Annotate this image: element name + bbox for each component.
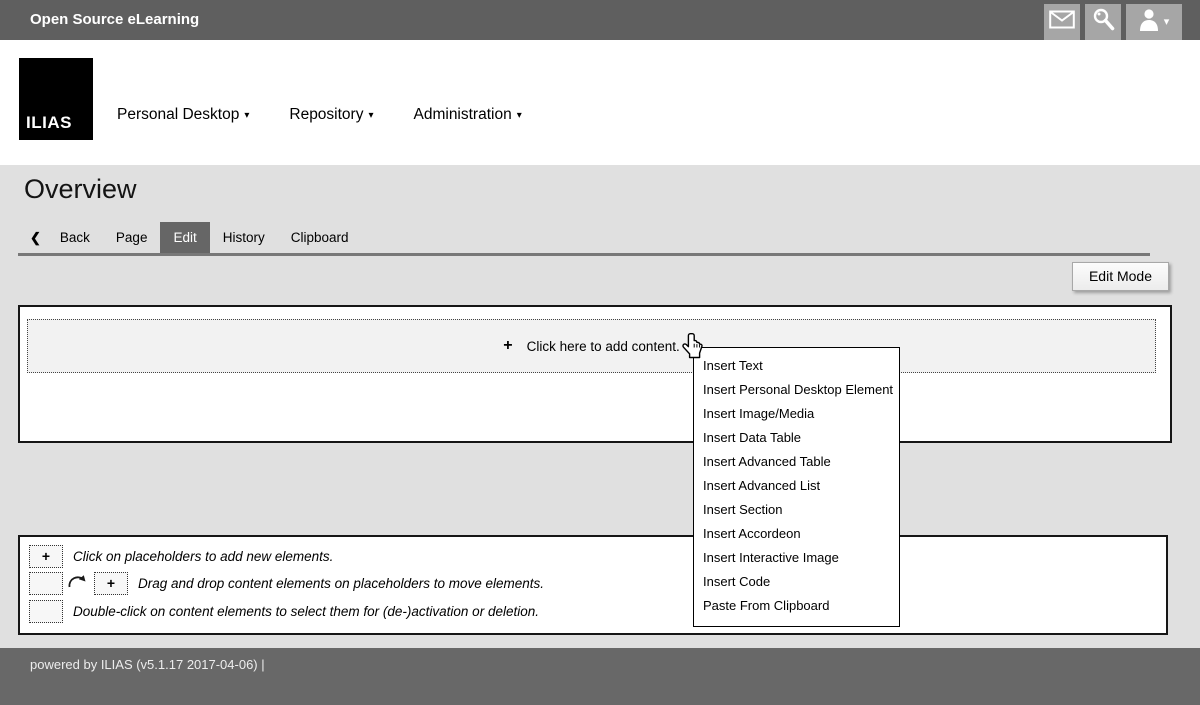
caret-down-icon: ▾: [517, 110, 522, 121]
insert-menu-item[interactable]: Insert Accordeon: [694, 522, 899, 546]
placeholder-label: Click here to add content.: [527, 339, 680, 354]
placeholder-chip-icon: +: [94, 572, 128, 595]
insert-menu-item[interactable]: Insert Interactive Image: [694, 546, 899, 570]
insert-menu-item[interactable]: Insert Image/Media: [694, 402, 899, 426]
back-chevron-icon[interactable]: ❮: [30, 230, 47, 246]
insert-menu: Insert Text Insert Personal Desktop Elem…: [693, 347, 900, 627]
ilias-logo[interactable]: ILIAS: [19, 58, 93, 140]
tabbar: ❮ Back Page Edit History Clipboard: [30, 222, 362, 254]
search-icon: [1091, 7, 1116, 37]
legend-text: Click on placeholders to add new element…: [73, 549, 333, 564]
topbar-actions: ▾: [1044, 4, 1182, 40]
page-editor-box: + Click here to add content.: [18, 305, 1172, 443]
page-title: Overview: [24, 174, 137, 205]
nav-item-personal-desktop[interactable]: Personal Desktop▾: [117, 106, 249, 124]
tab-back[interactable]: Back: [47, 222, 103, 254]
insert-menu-item[interactable]: Insert Personal Desktop Element: [694, 378, 899, 402]
placeholder-chip-icon: +: [29, 545, 63, 568]
tab-edit[interactable]: Edit: [160, 222, 209, 254]
mail-icon: [1049, 10, 1075, 34]
tab-divider: [18, 253, 1150, 256]
content-element-chip-icon: [29, 572, 63, 595]
tab-clipboard[interactable]: Clipboard: [278, 222, 362, 254]
nav-item-repository[interactable]: Repository▾: [289, 106, 373, 124]
insert-menu-item[interactable]: Insert Section: [694, 498, 899, 522]
add-content-placeholder[interactable]: + Click here to add content.: [27, 319, 1156, 373]
app-title: Open Source eLearning: [30, 0, 199, 40]
caret-down-icon: ▾: [368, 110, 373, 121]
legend-text: Drag and drop content elements on placeh…: [138, 576, 544, 591]
insert-menu-item[interactable]: Insert Advanced Table: [694, 450, 899, 474]
insert-menu-item[interactable]: Paste From Clipboard: [694, 594, 899, 618]
legend-text: Double-click on content elements to sele…: [73, 604, 539, 619]
ilias-logo-text: ILIAS: [26, 113, 72, 133]
insert-menu-item[interactable]: Insert Data Table: [694, 426, 899, 450]
insert-menu-item[interactable]: Insert Code: [694, 570, 899, 594]
footer: powered by ILIAS (v5.1.17 2017-04-06) |: [0, 648, 1200, 705]
nav-item-administration[interactable]: Administration▾: [414, 106, 522, 124]
header: ILIAS Personal Desktop▾ Repository▾ Admi…: [0, 40, 1200, 165]
content-area: Overview ❮ Back Page Edit History Clipbo…: [0, 165, 1200, 648]
caret-down-icon: ▾: [244, 110, 249, 121]
insert-menu-item[interactable]: Insert Text: [694, 354, 899, 378]
insert-menu-item[interactable]: Insert Advanced List: [694, 474, 899, 498]
legend-row: + Drag and drop content elements on plac…: [29, 570, 1158, 596]
legend-row: Double-click on content elements to sele…: [29, 598, 1158, 624]
tab-history[interactable]: History: [210, 222, 278, 254]
topbar: Open Source eLearning: [0, 0, 1200, 40]
tab-page[interactable]: Page: [103, 222, 161, 254]
search-button[interactable]: [1085, 4, 1121, 40]
caret-down-icon: ▾: [1164, 17, 1170, 28]
edit-mode-button[interactable]: Edit Mode: [1072, 262, 1169, 291]
main-nav: Personal Desktop▾ Repository▾ Administra…: [117, 106, 522, 124]
mail-button[interactable]: [1044, 4, 1080, 40]
drag-arrow-icon: [67, 572, 89, 595]
user-menu-button[interactable]: ▾: [1126, 4, 1182, 40]
footer-text: powered by ILIAS (v5.1.17 2017-04-06) |: [30, 657, 265, 672]
user-icon: [1139, 8, 1159, 36]
content-element-chip-icon: [29, 600, 63, 623]
legend-box: + Click on placeholders to add new eleme…: [18, 535, 1168, 635]
plus-icon: +: [503, 337, 512, 355]
legend-row: + Click on placeholders to add new eleme…: [29, 543, 1158, 569]
